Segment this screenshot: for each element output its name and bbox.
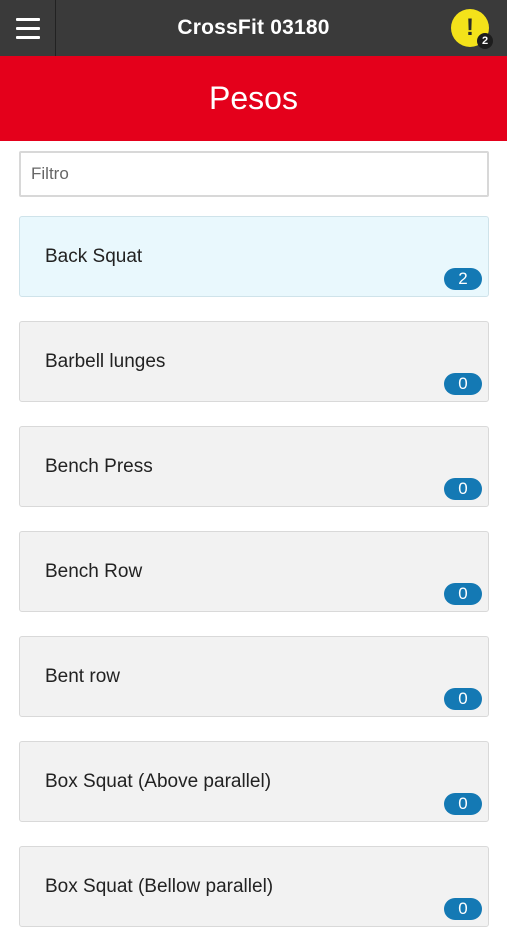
top-bar: CrossFit 03180 ! 2	[0, 0, 507, 56]
exercise-name: Bench Row	[45, 561, 143, 582]
exercise-name: Bench Press	[45, 456, 153, 477]
record-count-badge: 0	[444, 583, 482, 605]
menu-line	[15, 26, 40, 30]
exercise-item[interactable]: Box Squat (Above parallel) 0	[19, 741, 489, 822]
page-title: Pesos	[0, 56, 507, 141]
exercise-name: Box Squat (Bellow parallel)	[45, 876, 274, 897]
exercise-list: Back Squat 2 Barbell lunges 0 Bench Pres…	[19, 216, 489, 951]
filter-input[interactable]	[19, 151, 489, 197]
hamburger-menu-icon[interactable]	[0, 0, 56, 56]
notifications-button[interactable]: ! 2	[451, 9, 493, 49]
exercise-item[interactable]: Bench Press 0	[19, 426, 489, 507]
menu-line	[15, 17, 40, 21]
exercise-item[interactable]: Bench Row 0	[19, 531, 489, 612]
record-count-badge: 0	[444, 793, 482, 815]
record-count-badge: 0	[444, 898, 482, 920]
exercise-name: Bent row	[45, 666, 120, 687]
exercise-item[interactable]: Back Squat 2	[19, 216, 489, 297]
menu-line	[15, 35, 40, 39]
filter-container	[19, 151, 489, 197]
record-count-badge: 2	[444, 268, 482, 290]
record-count-badge: 0	[444, 478, 482, 500]
exercise-item[interactable]: Barbell lunges 0	[19, 321, 489, 402]
app-title: CrossFit 03180	[177, 16, 330, 39]
exercise-name: Box Squat (Above parallel)	[45, 771, 272, 792]
exercise-item[interactable]: Box Squat (Bellow parallel) 0	[19, 846, 489, 927]
exercise-item[interactable]: Bent row 0	[19, 636, 489, 717]
record-count-badge: 0	[444, 688, 482, 710]
exercise-name: Back Squat	[45, 246, 143, 267]
notification-count-badge: 2	[477, 33, 493, 49]
record-count-badge: 0	[444, 373, 482, 395]
exercise-name: Barbell lunges	[45, 351, 166, 372]
